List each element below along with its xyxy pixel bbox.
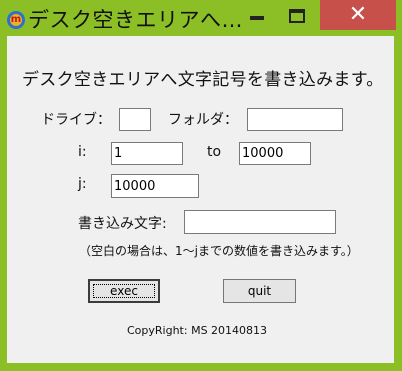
to-label: to xyxy=(207,144,222,160)
page-heading: デスク空きエリアへ文字記号を書き込みます。 xyxy=(22,70,384,90)
exec-button-label: exec xyxy=(110,284,138,298)
folder-input[interactable] xyxy=(247,108,343,131)
close-button[interactable]: ✕ xyxy=(320,0,396,30)
j-input[interactable] xyxy=(111,174,199,198)
minimize-button[interactable] xyxy=(240,0,274,30)
to-input[interactable] xyxy=(239,142,311,165)
form-area: デスク空きエリアへ文字記号を書き込みます。 ドライブ： フォルダ： i: to … xyxy=(7,36,394,363)
drive-input[interactable] xyxy=(119,108,151,131)
maximize-icon xyxy=(289,9,305,23)
j-label: j: xyxy=(78,176,87,192)
maximize-button[interactable] xyxy=(281,0,315,30)
title-bar[interactable]: m デスク空きエリアへ… ✕ xyxy=(0,0,402,36)
write-text-input[interactable] xyxy=(184,210,336,234)
app-icon-letter: m xyxy=(10,14,22,26)
drive-label: ドライブ： xyxy=(41,112,111,128)
write-text-label: 書き込み文字: xyxy=(78,216,167,232)
minimize-icon xyxy=(250,16,264,20)
app-icon[interactable]: m xyxy=(7,11,25,29)
i-input[interactable] xyxy=(111,142,183,165)
quit-button[interactable]: quit xyxy=(223,279,296,303)
app-window: m デスク空きエリアへ… ✕ デスク空きエリアへ文字記号を書き込みます。 ドライ… xyxy=(0,0,402,371)
exec-button[interactable]: exec xyxy=(88,279,160,303)
hint-note: （空白の場合は、1～jまでの数値を書き込みます。） xyxy=(79,244,359,258)
i-label: i: xyxy=(78,144,87,160)
close-icon: ✕ xyxy=(348,2,368,27)
quit-button-label: quit xyxy=(247,284,272,298)
copyright-text: CopyRight: MS 20140813 xyxy=(127,324,268,337)
folder-label: フォルダ： xyxy=(168,112,238,128)
window-title: デスク空きエリアへ… xyxy=(28,8,243,32)
